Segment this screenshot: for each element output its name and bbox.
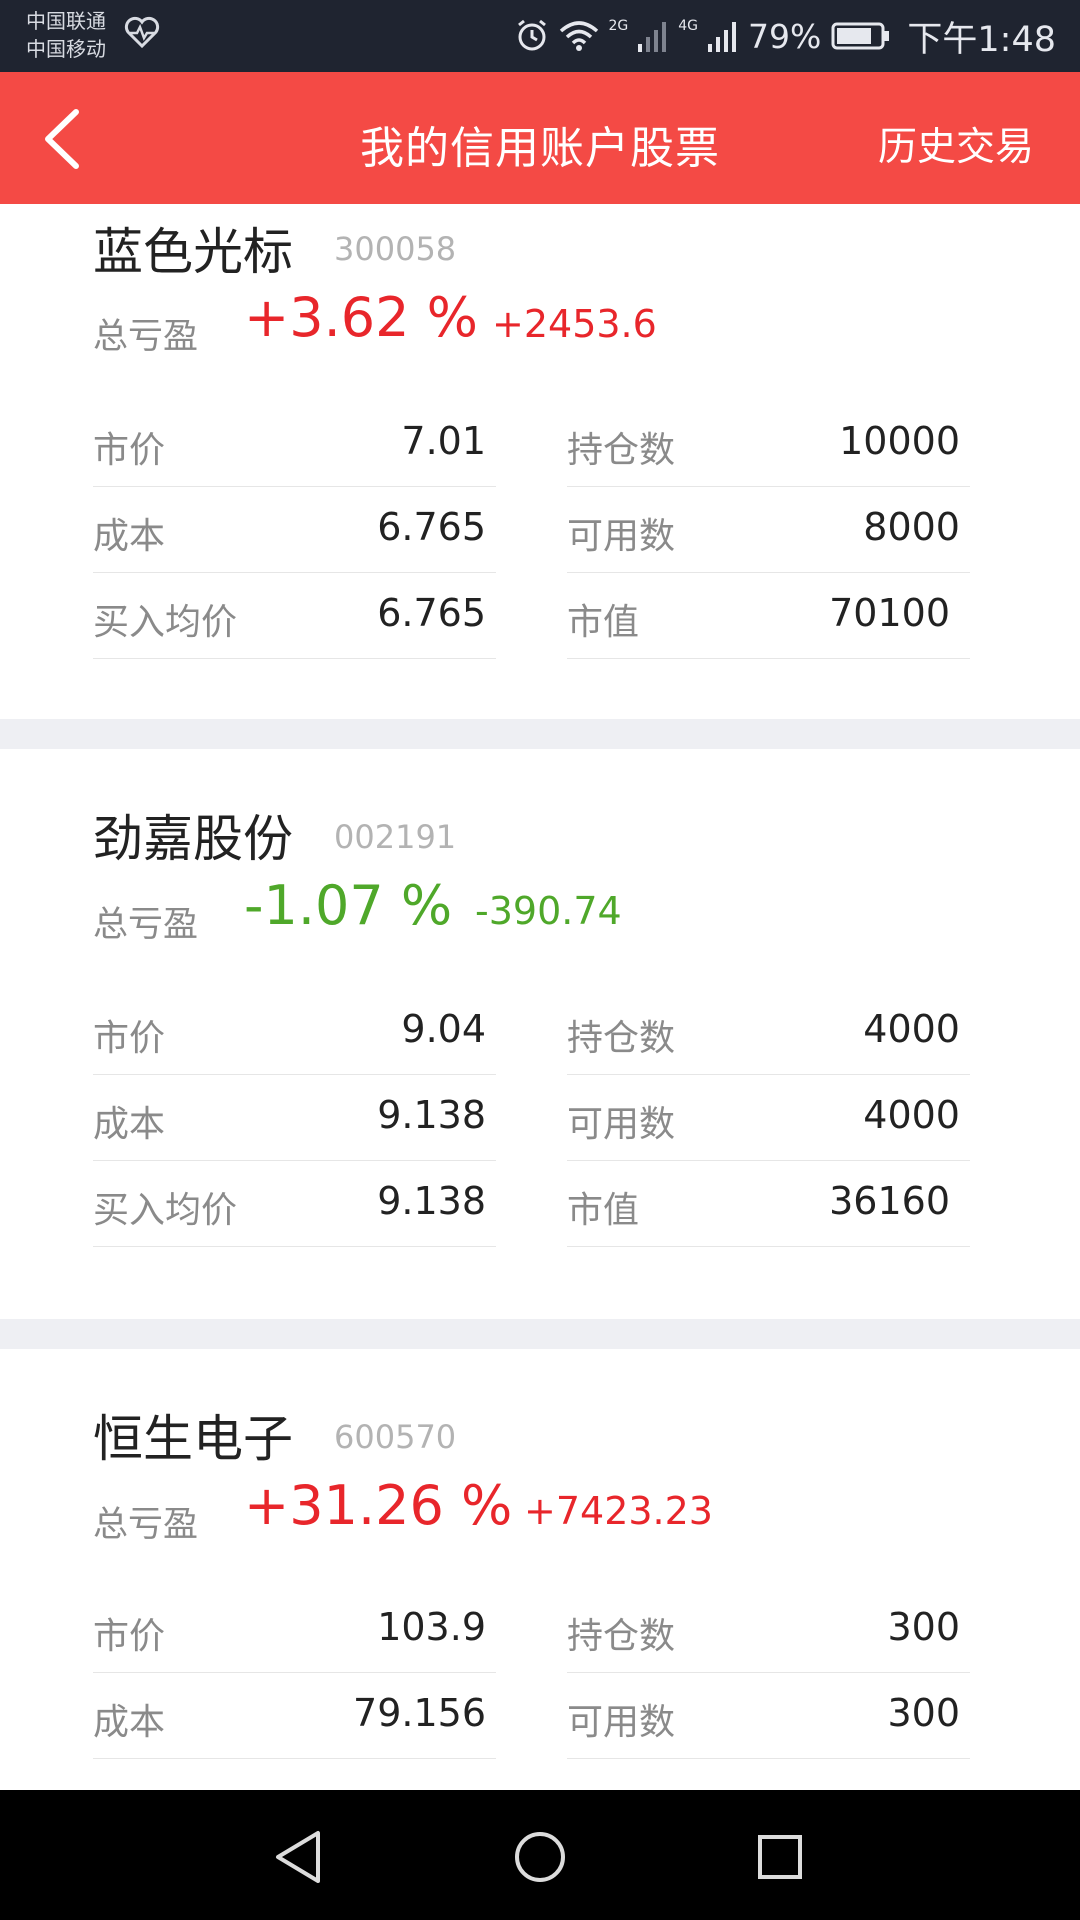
app-header: 我的信用账户股票 历史交易 <box>0 72 1080 204</box>
row-cost: 成本 6.765 <box>93 487 496 573</box>
price-label: 市价 <box>93 1018 166 1059</box>
detail-column-right: 持仓数 4000 可用数 4000 市值 36160 <box>567 989 970 1247</box>
row-cost: 成本 9.138 <box>93 1075 496 1161</box>
cost-label: 成本 <box>93 516 166 557</box>
stock-code: 600570 <box>334 1418 457 1456</box>
detail-column-right: 持仓数 10000 可用数 8000 市值 70100 <box>567 401 970 659</box>
detail-column-left: 市价 103.9 成本 79.156 <box>93 1587 496 1759</box>
avg-buy-label: 买入均价 <box>93 602 238 643</box>
price-label: 市价 <box>93 430 166 471</box>
cost-value: 6.765 <box>377 505 486 549</box>
cost-value: 79.156 <box>353 1691 486 1735</box>
system-nav-bar <box>0 1790 1080 1920</box>
row-avg-buy: 买入均价 9.138 <box>93 1161 496 1247</box>
available-value: 300 <box>887 1691 960 1735</box>
nav-recent-icon[interactable] <box>748 1825 812 1889</box>
signal-icon <box>638 22 667 52</box>
holdings-value: 4000 <box>863 1007 960 1051</box>
holdings-value: 10000 <box>839 419 960 463</box>
row-price: 市价 103.9 <box>93 1587 496 1673</box>
status-indicators: 2G 4G 79% 下午1:48 <box>515 0 1056 72</box>
stock-code: 300058 <box>334 230 457 268</box>
carrier-1: 中国联通 <box>26 9 106 33</box>
holdings-label: 持仓数 <box>567 1616 676 1657</box>
pl-amount: +2453.6 <box>492 302 657 346</box>
cost-value: 9.138 <box>377 1093 486 1137</box>
avg-buy-label: 买入均价 <box>93 1190 238 1231</box>
total-pl-label: 总亏盈 <box>93 905 199 945</box>
row-price: 市价 9.04 <box>93 989 496 1075</box>
heart-pulse-icon <box>124 16 160 48</box>
clock: 下午1:48 <box>907 19 1056 60</box>
market-value-label: 市值 <box>567 1190 640 1231</box>
stock-name: 劲嘉股份 <box>93 810 293 868</box>
history-trades-button[interactable]: 历史交易 <box>878 116 1034 172</box>
market-value-label: 市值 <box>567 602 640 643</box>
card-divider <box>0 1319 1080 1349</box>
detail-column-left: 市价 7.01 成本 6.765 买入均价 6.765 <box>93 401 496 659</box>
status-bar: 中国联通 中国移动 2G 4G 79% 下午1:48 <box>0 0 1080 72</box>
stock-name: 蓝色光标 <box>93 223 293 281</box>
nav-back-icon[interactable] <box>268 1825 332 1889</box>
battery-icon <box>831 22 890 50</box>
network-4g-label: 4G <box>678 18 699 34</box>
price-value: 9.04 <box>401 1007 486 1051</box>
pl-amount: +7423.23 <box>524 1489 713 1533</box>
holdings-label: 持仓数 <box>567 1018 676 1059</box>
available-value: 8000 <box>863 505 960 549</box>
card-divider <box>0 719 1080 749</box>
stock-card[interactable]: 劲嘉股份 002191 总亏盈 -1.07 % -390.74 市价 9.04 … <box>0 749 1080 1319</box>
detail-column-right: 持仓数 300 可用数 300 <box>567 1587 970 1759</box>
pl-percent: -1.07 % <box>244 874 453 937</box>
price-value: 103.9 <box>377 1605 486 1649</box>
stock-name: 恒生电子 <box>93 1410 293 1468</box>
carrier-info: 中国联通 中国移动 <box>26 7 106 63</box>
wifi-icon <box>559 21 598 51</box>
price-value: 7.01 <box>401 419 486 463</box>
total-pl-label: 总亏盈 <box>93 317 199 357</box>
cost-label: 成本 <box>93 1104 166 1145</box>
holdings-label: 持仓数 <box>567 430 676 471</box>
avg-buy-value: 6.765 <box>377 591 486 635</box>
pl-percent: +3.62 % <box>244 286 478 349</box>
price-label: 市价 <box>93 1616 166 1657</box>
stock-card[interactable]: 恒生电子 600570 总亏盈 +31.26 % +7423.23 市价 103… <box>0 1349 1080 1790</box>
row-price: 市价 7.01 <box>93 401 496 487</box>
network-2g-label: 2G <box>608 18 629 34</box>
market-value-value: 36160 <box>829 1179 950 1223</box>
available-label: 可用数 <box>567 1104 676 1145</box>
row-cost: 成本 79.156 <box>93 1673 496 1759</box>
stock-card[interactable]: 蓝色光标 300058 总亏盈 +3.62 % +2453.6 市价 7.01 … <box>0 204 1080 719</box>
nav-home-icon[interactable] <box>508 1825 572 1889</box>
row-available: 可用数 300 <box>567 1673 970 1759</box>
row-holdings: 持仓数 300 <box>567 1587 970 1673</box>
holdings-value: 300 <box>887 1605 960 1649</box>
stock-list[interactable]: 蓝色光标 300058 总亏盈 +3.62 % +2453.6 市价 7.01 … <box>0 204 1080 1790</box>
row-market-value: 市值 70100 <box>567 573 970 659</box>
row-avg-buy: 买入均价 6.765 <box>93 573 496 659</box>
pl-percent: +31.26 % <box>244 1474 513 1537</box>
cost-label: 成本 <box>93 1702 166 1743</box>
row-available: 可用数 8000 <box>567 487 970 573</box>
signal-icon <box>708 22 737 52</box>
detail-column-left: 市价 9.04 成本 9.138 买入均价 9.138 <box>93 989 496 1247</box>
stock-code: 002191 <box>334 818 457 856</box>
row-available: 可用数 4000 <box>567 1075 970 1161</box>
available-label: 可用数 <box>567 1702 676 1743</box>
available-label: 可用数 <box>567 516 676 557</box>
row-market-value: 市值 36160 <box>567 1161 970 1247</box>
available-value: 4000 <box>863 1093 960 1137</box>
pl-amount: -390.74 <box>475 889 622 933</box>
market-value-value: 70100 <box>829 591 950 635</box>
total-pl-label: 总亏盈 <box>93 1505 199 1545</box>
alarm-icon <box>517 19 546 51</box>
carrier-2: 中国移动 <box>26 37 106 61</box>
row-holdings: 持仓数 4000 <box>567 989 970 1075</box>
row-holdings: 持仓数 10000 <box>567 401 970 487</box>
battery-percent: 79% <box>748 16 822 56</box>
avg-buy-value: 9.138 <box>377 1179 486 1223</box>
